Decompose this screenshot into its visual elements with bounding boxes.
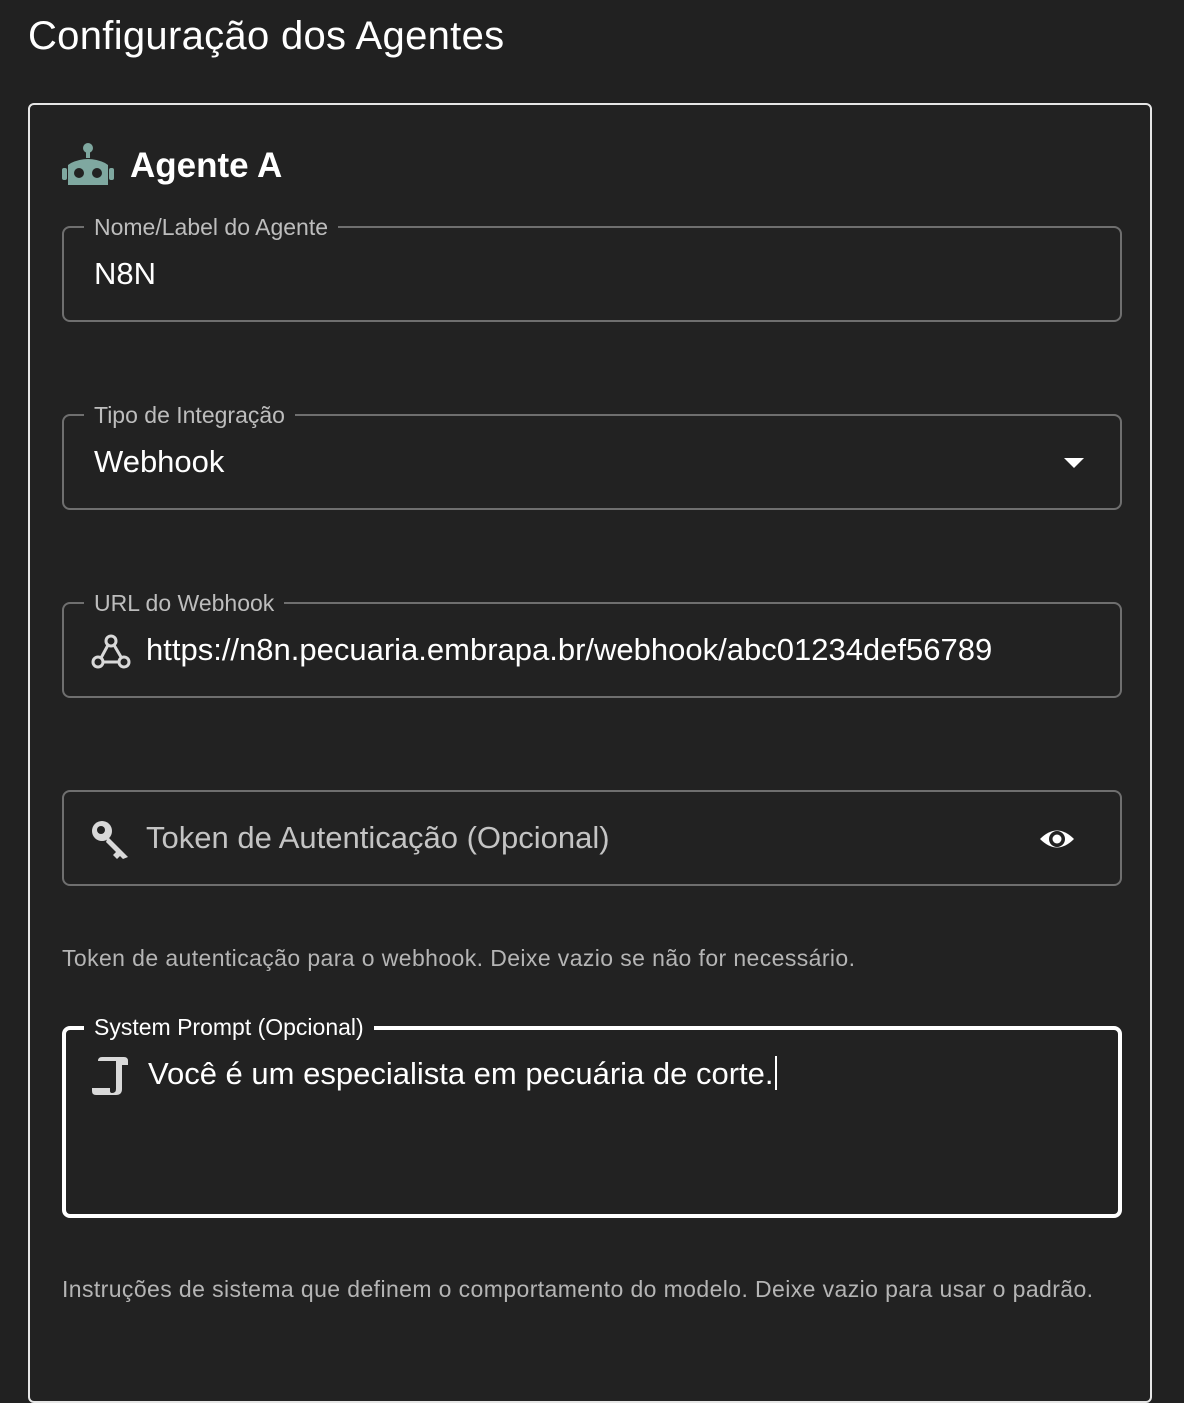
agent-name-field[interactable]: Nome/Label do Agente N8N <box>62 212 1122 322</box>
auth-token-field[interactable]: Token de Autenticação (Opcional) <box>62 790 1122 886</box>
system-prompt-field[interactable]: System Prompt (Opcional) Você é um espec… <box>62 1012 1122 1218</box>
page-title: Configuração dos Agentes <box>28 14 505 58</box>
system-prompt-value[interactable]: Você é um especialista em pecuária de co… <box>148 1054 777 1094</box>
integration-type-value[interactable]: Webhook <box>94 442 224 482</box>
integration-type-label: Tipo de Integração <box>84 400 295 430</box>
system-prompt-label: System Prompt (Opcional) <box>84 1012 374 1042</box>
auth-token-helper: Token de autenticação para o webhook. De… <box>62 945 856 971</box>
script-icon <box>92 1057 128 1095</box>
agent-card-header: Agente A <box>62 141 282 191</box>
eye-icon[interactable] <box>1038 822 1076 856</box>
text-caret <box>774 1056 777 1090</box>
key-icon <box>92 821 128 859</box>
webhook-url-value[interactable]: https://n8n.pecuaria.embrapa.br/webhook/… <box>146 630 992 670</box>
auth-token-placeholder[interactable]: Token de Autenticação (Opcional) <box>146 818 610 858</box>
integration-type-select[interactable]: Tipo de Integração Webhook <box>62 400 1122 510</box>
webhook-icon <box>91 634 131 669</box>
chevron-down-icon[interactable] <box>1064 458 1084 468</box>
agent-title: Agente A <box>130 146 283 185</box>
webhook-url-field[interactable]: URL do Webhook https://n8n.pecuaria.embr… <box>62 588 1122 698</box>
system-prompt-helper: Instruções de sistema que definem o comp… <box>62 1276 1094 1302</box>
agent-name-value[interactable]: N8N <box>94 254 156 294</box>
webhook-url-label: URL do Webhook <box>84 588 285 618</box>
agent-card: Agente A Nome/Label do Agente N8N Tipo d… <box>28 103 1152 1403</box>
robot-icon <box>62 143 114 185</box>
agent-name-label: Nome/Label do Agente <box>84 212 339 242</box>
